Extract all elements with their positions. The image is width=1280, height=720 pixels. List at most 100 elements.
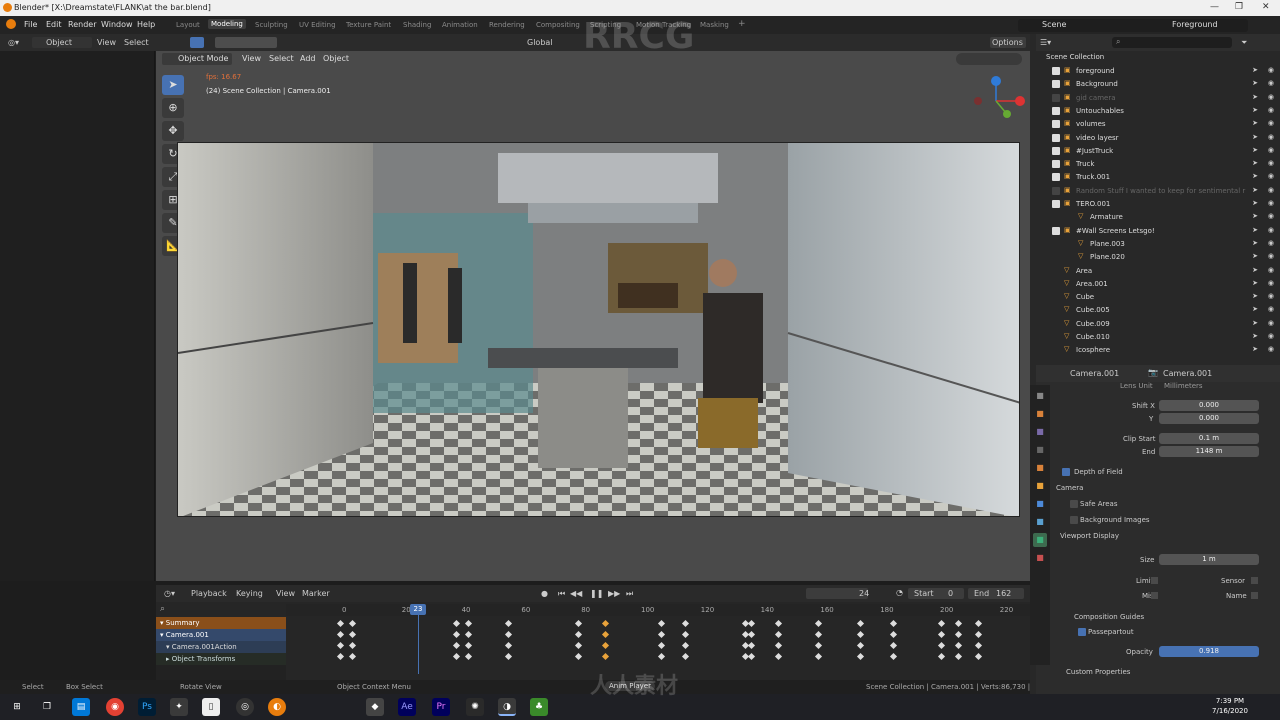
outliner-item[interactable]: ▣ TERO.001 ➤ ◉ (1036, 198, 1280, 211)
keyframe[interactable] (937, 630, 946, 639)
visibility-eye-icon[interactable]: ◉ (1268, 106, 1274, 114)
jump-start-button[interactable]: ⏮ (558, 589, 565, 599)
premiere-icon[interactable]: Pr (432, 698, 450, 716)
visibility-eye-icon[interactable]: ◉ (1268, 93, 1274, 101)
blender-taskbar-icon[interactable]: ◐ (268, 698, 286, 716)
texture-tab-icon[interactable]: ■ (1033, 551, 1047, 565)
visibility-eye-icon[interactable]: ◉ (1268, 345, 1274, 353)
view-layer-tab-icon[interactable]: ■ (1033, 443, 1047, 457)
keyframe[interactable] (774, 652, 783, 661)
keyframe[interactable] (574, 619, 583, 628)
keyframe[interactable] (464, 652, 473, 661)
keyframe[interactable] (348, 641, 357, 650)
keyframe[interactable] (889, 619, 898, 628)
visibility-eye-icon[interactable]: ◉ (1268, 239, 1274, 247)
keyframe[interactable] (504, 619, 513, 628)
selectable-icon[interactable]: ➤ (1252, 319, 1258, 327)
keyframe[interactable] (601, 652, 610, 661)
outliner-item[interactable]: ▣ Untouchables ➤ ◉ (1036, 105, 1280, 118)
sensor-checkbox[interactable] (1251, 577, 1258, 584)
shading-mode-buttons[interactable] (956, 53, 1022, 65)
opacity-slider[interactable]: 0.918 (1159, 646, 1259, 657)
search-icon[interactable]: ⌕ (160, 604, 165, 614)
outliner-item[interactable]: ▣ Truck ➤ ◉ (1036, 158, 1280, 171)
outliner-item[interactable]: ▣ video layesr ➤ ◉ (1036, 132, 1280, 145)
keyframe[interactable] (974, 630, 983, 639)
visibility-eye-icon[interactable]: ◉ (1268, 332, 1274, 340)
keyframe[interactable] (747, 652, 756, 661)
keyframe[interactable] (657, 619, 666, 628)
editor-type-icon[interactable]: ◎▾ (8, 38, 19, 47)
timeline-editor[interactable]: ◷▾ Playback Keying View Marker ● ⏮ ◀◀ ❚❚… (156, 585, 1030, 680)
visibility-eye-icon[interactable]: ◉ (1268, 292, 1274, 300)
selectable-icon[interactable]: ➤ (1252, 79, 1258, 87)
selectable-icon[interactable]: ➤ (1252, 279, 1258, 287)
keyframe[interactable] (336, 619, 345, 628)
photoshop-icon[interactable]: Ps (138, 698, 156, 716)
keyframe[interactable] (574, 641, 583, 650)
visibility-eye-icon[interactable]: ◉ (1268, 186, 1274, 194)
keyframe[interactable] (954, 630, 963, 639)
collection-checkbox[interactable] (1052, 146, 1060, 155)
menu-file[interactable]: File (24, 20, 37, 29)
outliner-item[interactable]: ▣ volumes ➤ ◉ (1036, 118, 1280, 131)
vp-menu-object[interactable]: Object (323, 54, 349, 63)
limits-checkbox[interactable] (1151, 577, 1158, 584)
keyframe[interactable] (856, 630, 865, 639)
tab-rendering[interactable]: Rendering (489, 21, 525, 29)
tab-masking[interactable]: Masking (700, 21, 729, 29)
keyframe[interactable] (974, 652, 983, 661)
after-effects-icon[interactable]: Ae (398, 698, 416, 716)
visibility-eye-icon[interactable]: ◉ (1268, 159, 1274, 167)
keyframe[interactable] (889, 652, 898, 661)
document-icon[interactable]: ▯ (202, 698, 220, 716)
tab-animation[interactable]: Animation (442, 21, 478, 29)
filter-icon[interactable]: ⏷ (1241, 38, 1247, 48)
keyframe[interactable] (452, 641, 461, 650)
maximize-button[interactable]: ❐ (1235, 2, 1243, 12)
visibility-eye-icon[interactable]: ◉ (1268, 66, 1274, 74)
name-checkbox[interactable] (1251, 592, 1258, 599)
vp-menu-select[interactable]: Select (269, 54, 294, 63)
outliner-item[interactable]: ▣ #JustTruck ➤ ◉ (1036, 145, 1280, 158)
selectable-icon[interactable]: ➤ (1252, 266, 1258, 274)
keyframe[interactable] (814, 652, 823, 661)
visibility-eye-icon[interactable]: ◉ (1268, 319, 1274, 327)
keyframe[interactable] (464, 641, 473, 650)
keyframe[interactable] (954, 641, 963, 650)
menu-render[interactable]: Render (68, 20, 96, 29)
selectable-icon[interactable]: ➤ (1252, 252, 1258, 260)
keyframe[interactable] (889, 630, 898, 639)
output-tab-icon[interactable]: ■ (1033, 425, 1047, 439)
tl-menu-keying[interactable]: Keying (236, 589, 263, 598)
select-menu[interactable]: Select (124, 38, 149, 47)
outliner-item[interactable]: ▣ Background ➤ ◉ (1036, 78, 1280, 91)
keyframe[interactable] (657, 630, 666, 639)
tab-compositing[interactable]: Compositing (536, 21, 580, 29)
clip-end-field[interactable]: 1148 m (1159, 446, 1259, 457)
visibility-eye-icon[interactable]: ◉ (1268, 212, 1274, 220)
outliner-editor-icon[interactable]: ☰▾ (1040, 38, 1051, 47)
selectable-icon[interactable]: ➤ (1252, 93, 1258, 101)
file-explorer-icon[interactable]: ▤ (72, 698, 90, 716)
tab-layout[interactable]: Layout (176, 21, 200, 29)
outliner-item[interactable]: ▽ Plane.003 ➤ ◉ (1036, 238, 1280, 251)
keyframe[interactable] (464, 630, 473, 639)
custom-properties-label[interactable]: Custom Properties (1066, 668, 1130, 676)
selectable-icon[interactable]: ➤ (1252, 226, 1258, 234)
tab-scripting[interactable]: Scripting (590, 21, 621, 29)
record-button[interactable]: ● (541, 589, 548, 598)
safe-areas-checkbox[interactable] (1070, 500, 1078, 508)
keyframe[interactable] (348, 652, 357, 661)
keyframe[interactable] (657, 641, 666, 650)
tab-texture-paint[interactable]: Texture Paint (346, 21, 391, 29)
3d-viewport[interactable]: Object Mode View Select Add Object ➤ ⊕ ✥ ↻ ⤢… (156, 51, 1030, 581)
selectable-icon[interactable]: ➤ (1252, 186, 1258, 194)
tab-shading[interactable]: Shading (403, 21, 431, 29)
keyframe[interactable] (657, 652, 666, 661)
keyframe-area[interactable] (286, 617, 1030, 667)
collection-checkbox[interactable] (1052, 67, 1060, 75)
selectable-icon[interactable]: ➤ (1252, 133, 1258, 141)
keyframe[interactable] (601, 641, 610, 650)
render-tab-icon[interactable]: ■ (1033, 407, 1047, 421)
